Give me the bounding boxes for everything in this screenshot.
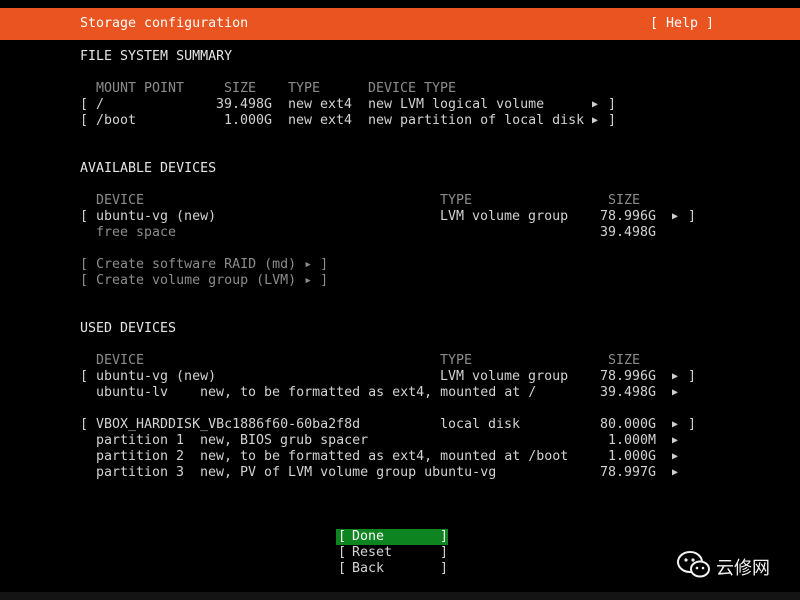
summary-mount: /: [96, 97, 105, 112]
watermark-text: 云修网: [716, 558, 770, 579]
used-size: 78.997G: [600, 465, 657, 480]
used-size: 80.000G: [600, 417, 657, 432]
installer-screen: Storage configuration [ Help ] FILE SYST…: [0, 0, 800, 600]
used-col-size: SIZE: [608, 353, 641, 368]
used-device: ubuntu-lv: [96, 385, 169, 400]
used-col-type: TYPE: [440, 353, 473, 368]
bracket-close: ]: [688, 209, 697, 224]
bracket-close: ]: [440, 529, 449, 544]
title-bar: Storage configuration [ Help ]: [0, 8, 800, 40]
used-device: partition 1: [96, 433, 185, 448]
triangle-right-icon: ▶: [672, 419, 679, 430]
used-device: ubuntu-vg (new): [96, 369, 217, 384]
bracket-close: ]: [608, 113, 617, 128]
summary-col-device-type: DEVICE TYPE: [368, 81, 457, 96]
summary-type: new ext4: [288, 113, 353, 128]
triangle-right-icon: ▶: [672, 467, 679, 478]
bracket-open: [: [80, 369, 89, 384]
triangle-right-icon: ▶: [672, 435, 679, 446]
used-device: partition 3: [96, 465, 185, 480]
summary-heading: FILE SYSTEM SUMMARY: [80, 49, 233, 64]
used-col-device: DEVICE: [96, 353, 145, 368]
bracket-open: [: [80, 417, 89, 432]
create-volume-group-button[interactable]: [ Create volume group (LVM) ▸ ]: [80, 273, 328, 289]
summary-col-mount: MOUNT POINT: [96, 81, 185, 96]
used-device: VBOX_HARDDISK_VBc1886f60-60ba2f8d: [96, 417, 361, 432]
page-title: Storage configuration: [80, 16, 249, 31]
free-space-label: free space: [96, 225, 177, 240]
help-button[interactable]: [ Help ]: [650, 16, 714, 32]
bracket-open: [: [80, 97, 89, 112]
used-desc: new, to be formatted as ext4, mounted at…: [200, 385, 537, 400]
summary-size: 1.000G: [224, 113, 273, 128]
bracket-close: ]: [688, 417, 697, 432]
wechat-icon: [677, 551, 710, 578]
summary-device-type: new LVM logical volume: [368, 97, 545, 112]
available-device: ubuntu-vg (new): [96, 209, 217, 224]
summary-device-type: new partition of local disk: [368, 113, 585, 128]
used-desc: new, PV of LVM volume group ubuntu-vg: [200, 465, 497, 480]
available-col-size: SIZE: [608, 193, 641, 208]
used-type: local disk: [440, 417, 521, 432]
triangle-right-icon: ▶: [592, 115, 599, 126]
back-label: Back: [352, 561, 385, 576]
available-heading: AVAILABLE DEVICES: [80, 161, 217, 176]
triangle-right-icon: ▶: [592, 99, 599, 110]
triangle-right-icon: ▶: [672, 451, 679, 462]
done-label: Done: [352, 529, 385, 544]
summary-col-type: TYPE: [288, 81, 321, 96]
summary-mount: /boot: [96, 113, 137, 128]
available-col-device: DEVICE: [96, 193, 145, 208]
available-size: 78.996G: [600, 209, 657, 224]
summary-col-size: SIZE: [224, 81, 257, 96]
used-type: LVM volume group: [440, 369, 569, 384]
used-desc: new, BIOS grub spacer: [200, 433, 369, 448]
create-raid-button[interactable]: [ Create software RAID (md) ▸ ]: [80, 257, 328, 273]
bracket-open: [: [338, 545, 347, 560]
done-button[interactable]: [ Done ]: [336, 529, 448, 545]
triangle-right-icon: ▶: [672, 387, 679, 398]
triangle-right-icon: ▶: [672, 211, 679, 222]
bracket-open: [: [80, 209, 89, 224]
free-space-size: 39.498G: [600, 225, 657, 240]
summary-size: 39.498G: [216, 97, 273, 112]
available-col-type: TYPE: [440, 193, 473, 208]
available-type: LVM volume group: [440, 209, 569, 224]
used-size: 39.498G: [600, 385, 657, 400]
bracket-close: ]: [688, 369, 697, 384]
used-size: 1.000M: [608, 433, 657, 448]
summary-type: new ext4: [288, 97, 353, 112]
used-size: 78.996G: [600, 369, 657, 384]
used-size: 1.000G: [608, 449, 657, 464]
bracket-open: [: [80, 113, 89, 128]
used-device: partition 2: [96, 449, 185, 464]
bracket-close: ]: [608, 97, 617, 112]
triangle-right-icon: ▶: [672, 371, 679, 382]
bracket-close: ]: [440, 545, 449, 560]
used-desc: new, to be formatted as ext4, mounted at…: [200, 449, 569, 464]
bracket-open: [: [338, 561, 347, 576]
watermark: 云修网: [676, 548, 786, 582]
reset-label: Reset: [352, 545, 393, 560]
used-heading: USED DEVICES: [80, 321, 177, 336]
bottom-edge: [0, 592, 800, 600]
bracket-close: ]: [440, 561, 449, 576]
bracket-open: [: [338, 529, 347, 544]
